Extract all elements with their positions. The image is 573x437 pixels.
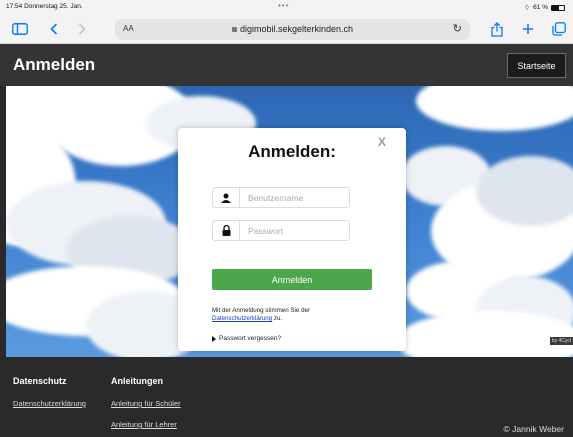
site-header: Anmelden Startseite [0, 44, 573, 86]
login-button[interactable]: Anmelden [212, 269, 372, 290]
multitasking-dots[interactable]: ••• [278, 1, 289, 10]
share-icon[interactable] [489, 19, 505, 39]
privacy-link[interactable]: Datenschutzerklärung [212, 315, 272, 322]
cloud [396, 311, 573, 357]
forward-icon[interactable] [74, 19, 90, 39]
footer-privacy-heading: Datenschutz [13, 376, 67, 386]
forgot-password-toggle[interactable]: Passwort vergessen? [212, 335, 281, 342]
home-button[interactable]: Startseite [507, 53, 566, 78]
reload-icon[interactable]: ↻ [453, 22, 462, 35]
image-credit: by 4Cycl [549, 337, 573, 345]
consent-text: Mit der Anmeldung stimmen Sie der Datens… [212, 307, 311, 323]
login-dialog: X Anmelden: Anmelden Mit der Anmeldung s… [178, 128, 406, 351]
username-field[interactable] [212, 187, 350, 208]
lock-icon [213, 221, 241, 240]
battery-icon [551, 4, 565, 11]
browser-toolbar: AA digimobil.sekgelterkinden.ch ↻ [0, 14, 573, 44]
url-text: digimobil.sekgelterkinden.ch [239, 24, 354, 34]
password-input[interactable] [240, 225, 349, 236]
password-field[interactable] [212, 220, 350, 241]
new-tab-icon[interactable] [520, 19, 536, 39]
status-time: 17:54 Donnerstag 25. Jan. [6, 3, 83, 10]
wifi-icon: ⌔ [524, 5, 531, 12]
status-bar: 17:54 Donnerstag 25. Jan. ••• ⌔ 61 % [0, 0, 573, 14]
sidebar-icon[interactable] [10, 19, 30, 39]
footer-guides-heading: Anleitungen [111, 376, 163, 386]
tabs-overview-icon[interactable] [551, 19, 567, 39]
back-icon[interactable] [46, 19, 62, 39]
page-title: Anmelden [13, 55, 96, 74]
footer-guide-teachers-link[interactable]: Anleitung für Lehrer [111, 420, 177, 429]
copyright: © Jannik Weber [503, 424, 564, 434]
user-icon [213, 188, 241, 207]
cloud [416, 86, 573, 131]
site-footer: Datenschutz Datenschutzerklärung Anleitu… [0, 357, 573, 437]
login-title: Anmelden: [248, 142, 336, 161]
disclosure-triangle-icon [212, 335, 216, 342]
footer-privacy-link[interactable]: Datenschutzerklärung [13, 399, 86, 408]
username-input[interactable] [240, 192, 349, 203]
footer-guide-students-link[interactable]: Anleitung für Schüler [111, 399, 181, 408]
battery-percent: 61 % [533, 4, 548, 11]
lock-icon [231, 27, 237, 32]
address-bar[interactable]: AA digimobil.sekgelterkinden.ch ↻ [115, 19, 470, 40]
